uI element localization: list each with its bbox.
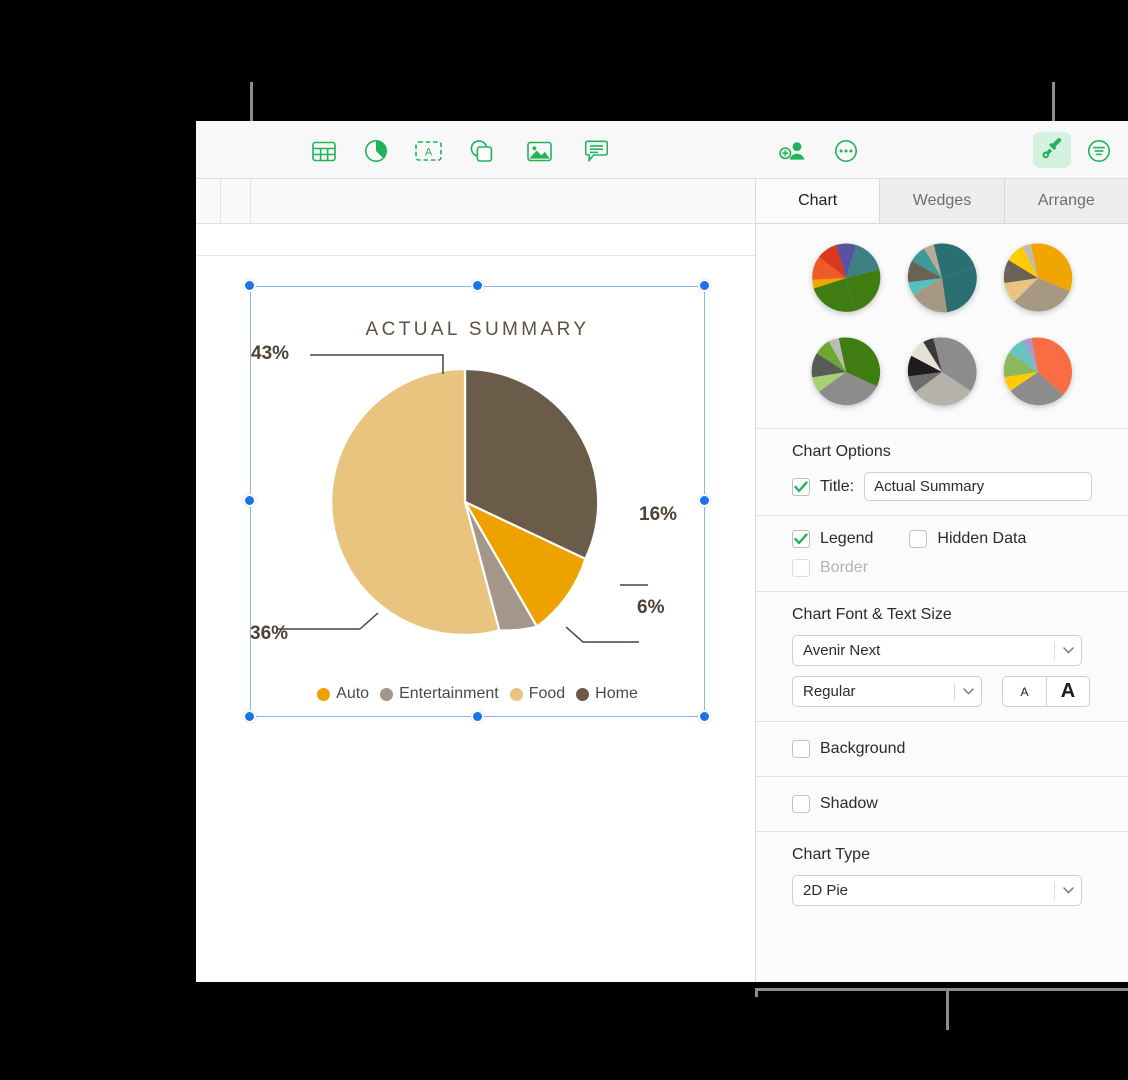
leader-line-entertainment [565,626,639,643]
sheet-row [196,224,755,256]
background-section: Background [756,722,1128,777]
text-size-buttons: A A [1002,676,1090,707]
tab-arrange[interactable]: Arrange [1004,179,1128,223]
chart-style-gallery [756,224,1128,429]
chart-font-heading: Chart Font & Text Size [792,606,952,623]
legend-swatch-entertainment [380,687,394,701]
comment-icon[interactable] [581,137,611,165]
collaborate-icon[interactable] [778,137,808,165]
legend-label-food: Food [528,685,566,702]
legend-item-food[interactable]: Food [509,685,566,703]
callout-bracket-bottom [755,988,1128,991]
chart-style-1[interactable] [810,242,882,314]
chart-type-value: 2D Pie [803,882,849,899]
title-row: Title: Actual Summary [792,472,1092,501]
border-checkbox [792,559,810,577]
border-label: Border [820,559,869,576]
chevron-down-icon [955,688,981,695]
legend-item-auto[interactable]: Auto [317,685,369,703]
background-checkbox[interactable] [792,740,810,758]
increase-text-size-button[interactable]: A [1046,676,1090,707]
legend-item-entertainment[interactable]: Entertainment [380,685,499,703]
legend-label-entertainment: Entertainment [399,685,499,702]
pie-label-entertainment: 6% [637,597,665,618]
chart-style-4[interactable] [810,336,882,408]
chart-type-heading: Chart Type [792,846,870,863]
chevron-down-icon [1055,647,1081,654]
text-box-icon[interactable]: A [413,137,443,165]
chart-type-select[interactable]: 2D Pie [792,875,1082,906]
callout-bracket-bottom-stem [946,988,949,1030]
table-icon[interactable] [309,137,339,165]
shadow-checkbox[interactable] [792,795,810,813]
pie-label-food: 36% [250,623,289,644]
shadow-label: Shadow [820,795,878,812]
sheet-header-row [196,179,755,224]
title-checkbox[interactable] [792,477,810,496]
font-style-select[interactable]: Regular [792,676,982,707]
pie-chart[interactable] [250,286,705,717]
font-style-row: Regular A A [792,676,1092,707]
shadow-section: Shadow [756,777,1128,832]
chart-legend: Auto Entertainment Food Home [250,685,705,703]
legend-label-home: Home [595,685,638,702]
legend-checkbox[interactable] [792,530,810,548]
chart-options-section: Chart Options Title: Actual Summary [756,429,1128,516]
font-family-select[interactable]: Avenir Next [792,635,1082,666]
decrease-text-size-button[interactable]: A [1002,676,1046,707]
font-style-value: Regular [803,683,856,700]
font-family-value: Avenir Next [803,642,881,659]
leader-line-home [310,354,444,374]
paintbrush-icon [1040,136,1064,165]
chart-type-section: Chart Type 2D Pie [756,832,1128,920]
pie-label-auto: 16% [639,504,678,525]
chart-icon[interactable] [361,137,391,165]
tab-chart[interactable]: Chart [756,179,881,223]
background-row: Background [792,740,1092,758]
tab-wedges[interactable]: Wedges [880,179,1005,223]
leader-line-food-diag [359,612,379,630]
legend-label-auto: Auto [336,685,370,702]
legend-swatch-auto [317,687,331,701]
chart-style-3[interactable] [1002,242,1074,314]
border-row: Border [792,559,1092,577]
callout-bracket-bottom-left-cap [755,988,758,997]
column-divider [250,179,251,224]
svg-text:A: A [424,147,432,159]
title-label: Title: [820,477,855,495]
chart-style-5[interactable] [906,336,978,408]
legend-row: Legend Hidden Data [792,530,1092,548]
legend-swatch-home [576,687,590,701]
hidden-data-label: Hidden Data [937,530,1027,547]
format-inspector: Chart Wedges Arrange Chart Options Title… [755,179,1128,982]
chart-style-6[interactable] [1002,336,1074,408]
chart-font-section: Chart Font & Text Size Avenir Next Regul… [756,592,1128,722]
media-icon[interactable] [524,137,554,165]
chart-title-input[interactable]: Actual Summary [864,472,1092,501]
toolbar: A [196,121,1128,179]
chevron-down-icon [1055,887,1081,894]
column-divider [220,179,221,224]
shadow-row: Shadow [792,795,1092,813]
inspector-tabs: Chart Wedges Arrange [756,179,1128,224]
more-icon[interactable] [831,137,861,165]
legend-options-section: Legend Hidden Data Border [756,516,1128,592]
legend-swatch-food [509,687,523,701]
shape-icon[interactable] [466,137,496,165]
legend-label: Legend [820,530,874,547]
legend-item-home[interactable]: Home [576,685,638,703]
chart-style-2[interactable] [906,242,978,314]
format-button[interactable] [1033,132,1071,168]
organize-icon[interactable] [1084,137,1114,165]
background-label: Background [820,740,906,757]
pie-label-home: 43% [251,343,290,364]
chart-options-heading: Chart Options [792,443,891,460]
hidden-data-checkbox[interactable] [909,530,928,548]
